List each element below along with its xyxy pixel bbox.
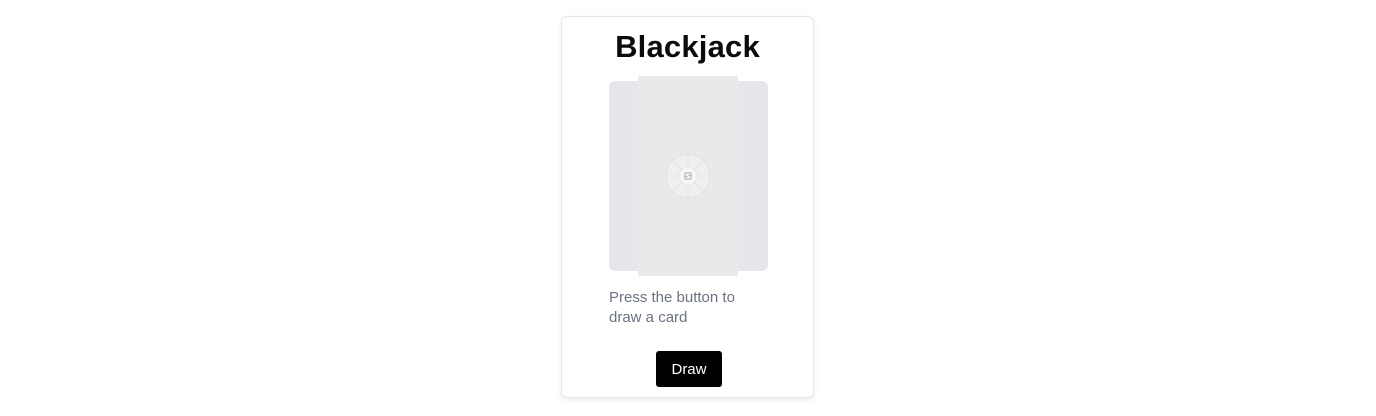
page-title: Blackjack: [615, 29, 760, 64]
card-placeholder: [638, 76, 738, 276]
game-panel: Blackjack Press the button to draw a car…: [561, 16, 814, 398]
draw-button[interactable]: Draw: [656, 351, 722, 387]
card-display: [609, 76, 768, 276]
image-placeholder-icon: [665, 153, 711, 199]
status-message: Press the button to draw a card: [609, 289, 735, 326]
